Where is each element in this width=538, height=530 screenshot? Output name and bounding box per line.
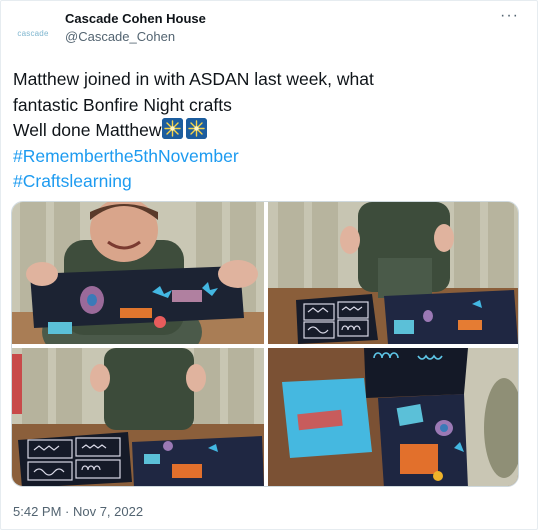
sparkler-emoji-icon bbox=[185, 118, 207, 139]
tweet-timestamp[interactable]: 5:42 PM · Nov 7, 2022 bbox=[13, 504, 143, 519]
tweet-line-3: Well done Matthew bbox=[13, 118, 523, 144]
tweet-line-2: fantastic Bonfire Night crafts bbox=[13, 94, 232, 115]
tweet-line-1: Matthew joined in with ASDAN last week, … bbox=[13, 69, 374, 89]
hashtag-remember-5th-november[interactable]: #Rememberthe5thNovember bbox=[13, 144, 523, 170]
avatar-logo-text: cascade bbox=[17, 28, 49, 38]
tweet-card: cascade Cascade Cohen House @Cascade_Coh… bbox=[0, 0, 538, 530]
photo-person-holding-craft[interactable] bbox=[12, 202, 264, 344]
user-handle[interactable]: @Cascade_Cohen bbox=[65, 29, 175, 44]
media-grid bbox=[11, 201, 519, 487]
more-horizontal-icon[interactable]: ··· bbox=[500, 7, 519, 25]
photo-person-thumbs-up-with-crafts[interactable] bbox=[268, 202, 518, 344]
display-name[interactable]: Cascade Cohen House bbox=[65, 11, 206, 26]
tweet-line-3-text: Well done Matthew bbox=[13, 120, 162, 140]
avatar[interactable]: cascade bbox=[11, 11, 55, 55]
hashtag-crafts-learning[interactable]: #Craftslearning bbox=[13, 169, 523, 195]
photo-crafts-on-table-closeup[interactable] bbox=[268, 348, 518, 486]
tweet-text: Matthew joined in with ASDAN last week, … bbox=[13, 67, 523, 195]
photo-person-thumbs-up-at-table[interactable] bbox=[12, 348, 264, 486]
sparkler-emoji-icon bbox=[161, 118, 183, 139]
